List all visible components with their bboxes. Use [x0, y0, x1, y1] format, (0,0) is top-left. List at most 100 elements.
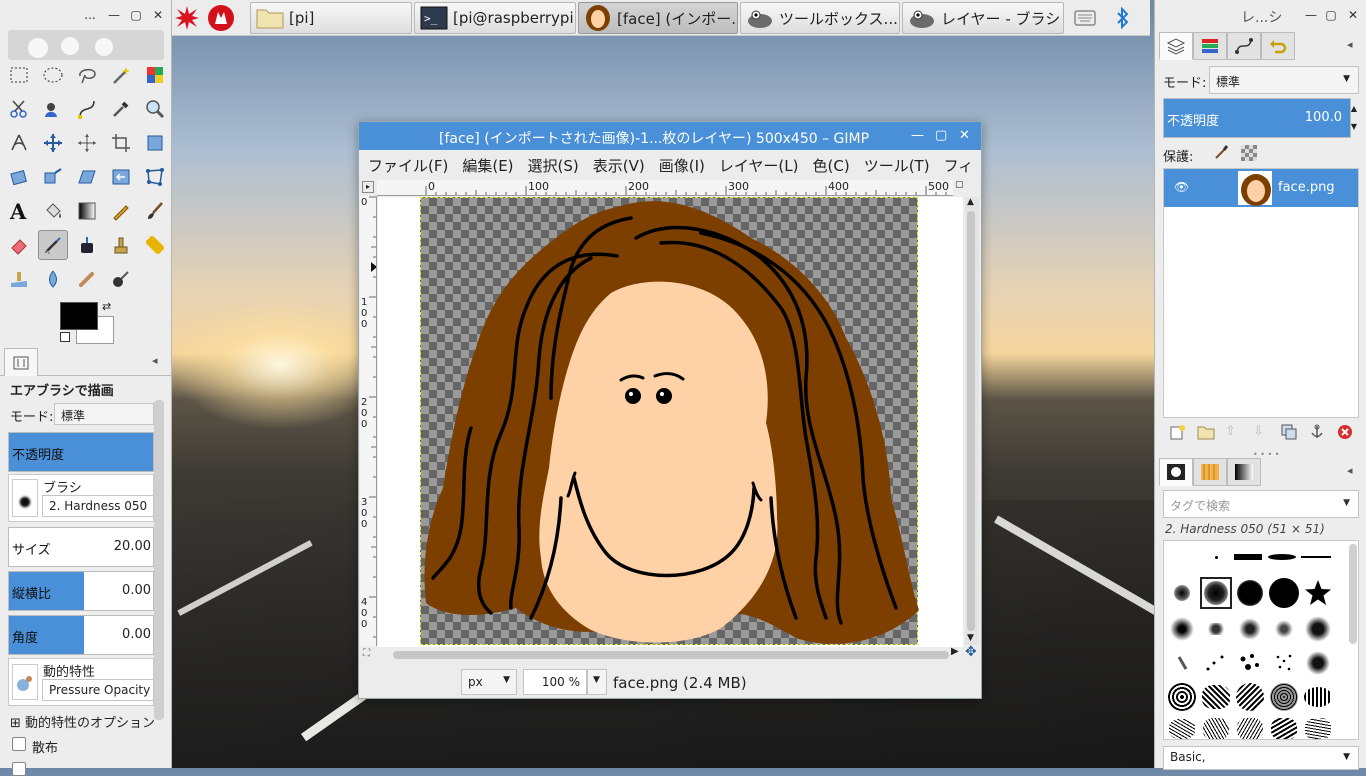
second-checkbox[interactable]: [12, 762, 26, 776]
tab-channels[interactable]: [1193, 32, 1227, 60]
brush-grid-scrollbar[interactable]: [1349, 544, 1357, 644]
close-icon[interactable]: ✕: [959, 128, 970, 143]
brush-item[interactable]: [1200, 613, 1232, 645]
crop-icon[interactable]: [106, 128, 136, 158]
brush-name-field[interactable]: 2. Hardness 050: [42, 495, 154, 517]
delete-layer-icon[interactable]: [1337, 424, 1353, 444]
brush-item[interactable]: [1234, 713, 1266, 739]
brush-item[interactable]: [1302, 713, 1334, 739]
heal-icon[interactable]: [140, 230, 170, 260]
brush-item[interactable]: [1234, 577, 1266, 609]
brush-item[interactable]: [1302, 647, 1334, 679]
brush-item[interactable]: [1302, 681, 1334, 713]
alignment-icon[interactable]: [72, 128, 102, 158]
wolfram-icon[interactable]: [206, 3, 236, 33]
task-gimp-image[interactable]: [face] (インポー...: [578, 2, 738, 34]
brush-item[interactable]: [1268, 613, 1300, 645]
task-gimp-toolbox[interactable]: ツールボックス...: [740, 2, 900, 34]
menu-color[interactable]: 色(C): [804, 152, 850, 178]
zoom-toggle-icon[interactable]: ⛶: [363, 648, 370, 659]
brush-item[interactable]: [1200, 681, 1232, 713]
airbrush-icon[interactable]: [38, 230, 68, 260]
tab-menu-icon[interactable]: ◂: [1347, 38, 1353, 51]
lock-alpha-icon[interactable]: [1241, 145, 1257, 161]
fuzzy-select-icon[interactable]: [106, 60, 136, 90]
navigate-corner-icon[interactable]: ▢: [955, 180, 967, 192]
brush-item[interactable]: [1266, 541, 1298, 573]
tool-options-tab[interactable]: [4, 348, 38, 376]
menu-edit[interactable]: 編集(E): [453, 152, 513, 178]
tab-brushes[interactable]: [1159, 458, 1193, 486]
scissors-icon[interactable]: [4, 94, 34, 124]
paths-icon[interactable]: [72, 94, 102, 124]
new-layer-icon[interactable]: [1169, 424, 1185, 444]
brush-item[interactable]: [1166, 681, 1198, 713]
angle-slider[interactable]: 角度 0.00: [8, 615, 154, 655]
brush-item-selected[interactable]: [1200, 577, 1232, 609]
task-gimp-layers[interactable]: レイヤー - ブラシ: [902, 2, 1064, 34]
menu-view[interactable]: 表示(V): [584, 152, 645, 178]
new-layer-group-icon[interactable]: [1197, 424, 1215, 444]
select-by-color-icon[interactable]: [140, 60, 170, 90]
zoom-field[interactable]: 100 %: [523, 669, 587, 695]
brush-item[interactable]: [1200, 647, 1232, 679]
unit-combo[interactable]: px ▼: [461, 669, 517, 695]
shear-icon[interactable]: [72, 162, 102, 192]
vertical-scroll-thumb[interactable]: [967, 211, 975, 631]
vertical-scroll-track[interactable]: ▲ ▼: [965, 197, 979, 645]
brush-item[interactable]: [1234, 647, 1266, 679]
foreground-color-swatch[interactable]: [60, 302, 98, 330]
brush-preview[interactable]: [12, 479, 38, 517]
brush-item[interactable]: [1166, 613, 1198, 645]
dynamics-selector[interactable]: 動的特性 Pressure Opacity: [8, 658, 154, 706]
brush-preset-combo[interactable]: Basic, ▼: [1163, 746, 1359, 770]
minimize-icon[interactable]: —: [911, 128, 924, 143]
brush-item[interactable]: [1302, 613, 1334, 645]
burst-icon[interactable]: [172, 3, 202, 33]
pencil-icon[interactable]: [106, 196, 136, 226]
smudge-icon[interactable]: [72, 264, 102, 294]
layer-row[interactable]: 👁 face.png: [1164, 169, 1358, 207]
unified-transform-icon[interactable]: [140, 128, 170, 158]
color-picker-icon[interactable]: [106, 94, 136, 124]
clone-icon[interactable]: [106, 230, 136, 260]
zoom-icon[interactable]: [140, 94, 170, 124]
menu-tools[interactable]: ツール(T): [855, 152, 930, 178]
size-slider[interactable]: サイズ 20.00: [8, 527, 154, 567]
perspective-clone-icon[interactable]: [4, 264, 34, 294]
blur-icon[interactable]: [38, 264, 68, 294]
anchor-layer-icon[interactable]: [1309, 424, 1325, 444]
navigate-icon[interactable]: ✥: [965, 644, 977, 660]
brush-item[interactable]: [1232, 541, 1264, 573]
lower-layer-icon[interactable]: ⇩: [1253, 424, 1264, 439]
brush-item[interactable]: [1268, 647, 1300, 679]
menu-file[interactable]: ファイル(F): [359, 152, 448, 178]
scroll-right-icon[interactable]: ▶: [951, 646, 959, 657]
task-file-manager[interactable]: [pi]: [250, 2, 412, 34]
tab-layers[interactable]: [1159, 32, 1193, 60]
move-icon[interactable]: [38, 128, 68, 158]
raise-layer-icon[interactable]: ⇧: [1225, 424, 1236, 439]
tab-menu-icon[interactable]: ◂: [1347, 464, 1353, 477]
brush-item[interactable]: [1166, 713, 1198, 739]
tab-gradients[interactable]: [1227, 458, 1261, 486]
opacity-spin-buttons[interactable]: ▲ ▼: [1349, 100, 1359, 136]
aspect-ratio-slider[interactable]: 縦横比 0.00: [8, 571, 154, 611]
ellipse-select-icon[interactable]: [38, 60, 68, 90]
menu-filters[interactable]: フィ: [935, 152, 974, 178]
brush-item[interactable]: [1300, 541, 1332, 573]
text-icon[interactable]: A: [4, 196, 34, 226]
tab-undo-history[interactable]: [1261, 32, 1295, 60]
ink-icon[interactable]: [72, 230, 102, 260]
menu-select[interactable]: 選択(S): [519, 152, 579, 178]
canvas-area[interactable]: [378, 197, 963, 647]
zoom-dropdown-button[interactable]: ▼: [587, 669, 607, 695]
bluetooth-icon[interactable]: [1108, 3, 1138, 33]
measure-icon[interactable]: [4, 128, 34, 158]
task-terminal[interactable]: >_ [pi@raspberrypi:...: [414, 2, 576, 34]
maximize-icon[interactable]: ▢: [128, 7, 144, 23]
brush-selector[interactable]: ブラシ 2. Hardness 050: [8, 474, 154, 522]
lock-pixels-icon[interactable]: [1213, 144, 1229, 164]
brush-item[interactable]: [1234, 613, 1266, 645]
minimize-icon[interactable]: —: [106, 7, 122, 23]
